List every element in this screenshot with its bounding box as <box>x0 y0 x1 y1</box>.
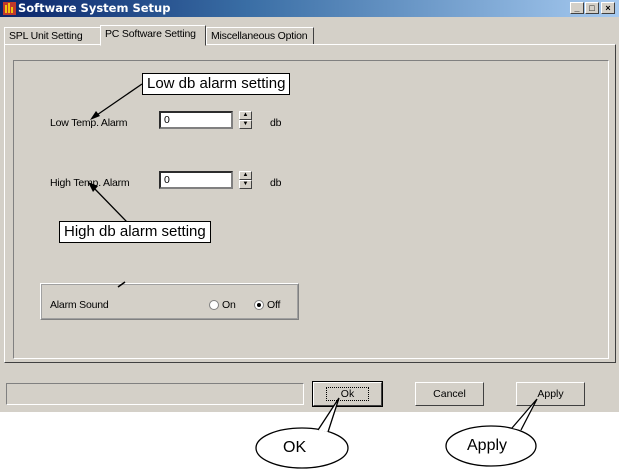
high-alarm-callout: High db alarm setting <box>59 221 211 243</box>
tab-pc-software-setting[interactable]: PC Software Setting <box>100 25 206 46</box>
ok-bubble-label: OK <box>283 439 307 456</box>
low-alarm-callout: Low db alarm setting <box>142 73 291 95</box>
apply-bubble-label: Apply <box>467 437 508 454</box>
